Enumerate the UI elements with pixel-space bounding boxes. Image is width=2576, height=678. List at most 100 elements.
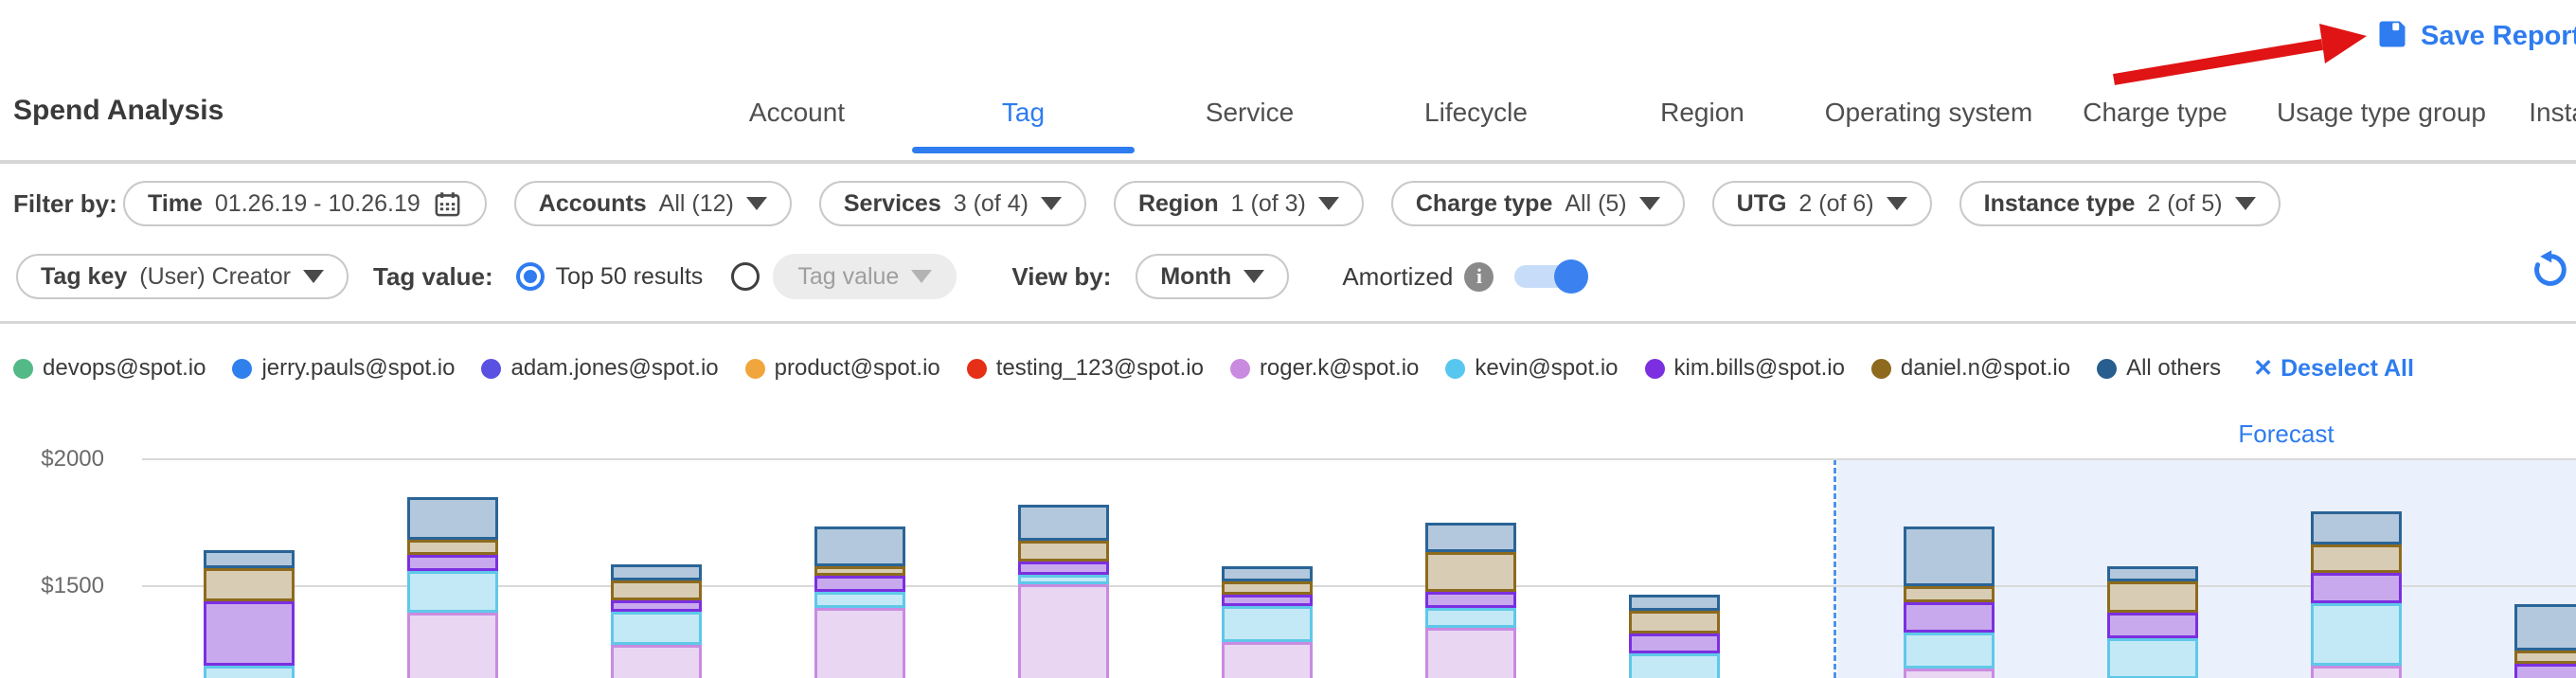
bar-segment-roger[interactable]: [407, 613, 498, 678]
stacked-bar-11-forecast[interactable]: [2311, 511, 2402, 678]
bar-segment-kim[interactable]: [1629, 633, 1720, 653]
bar-segment-daniel[interactable]: [814, 566, 905, 576]
bar-segment-roger[interactable]: [1904, 669, 1995, 678]
bar-segment-kevin[interactable]: [611, 612, 702, 645]
filter-pill-charge-type[interactable]: Charge typeAll (5): [1391, 181, 1685, 226]
bar-segment-roger[interactable]: [814, 608, 905, 678]
filter-pill-time[interactable]: Time01.26.19 - 10.26.19: [123, 181, 487, 226]
bar-segment-kim[interactable]: [1904, 602, 1995, 633]
caret-down-icon: [911, 270, 932, 283]
caret-down-icon: [1887, 197, 1907, 210]
bar-segment-roger[interactable]: [1018, 584, 1109, 678]
bar-segment-roger[interactable]: [2311, 666, 2402, 678]
stacked-bar-9-forecast[interactable]: [1904, 526, 1995, 678]
legend-item-product-spot-io[interactable]: product@spot.io: [745, 355, 940, 382]
pill-label: UTG: [1737, 190, 1787, 218]
stacked-bar-8[interactable]: [1629, 595, 1720, 678]
legend-item-daniel-n-spot-io[interactable]: daniel.n@spot.io: [1871, 355, 2070, 382]
legend-item-kim-bills-spot-io[interactable]: kim.bills@spot.io: [1645, 355, 1845, 382]
bar-segment-all_others[interactable]: [814, 526, 905, 566]
bar-segment-daniel[interactable]: [407, 540, 498, 555]
bar-segment-all_others[interactable]: [1425, 523, 1516, 552]
bar-segment-kim[interactable]: [611, 600, 702, 612]
gridline: [142, 458, 2576, 460]
bar-segment-all_others[interactable]: [1018, 505, 1109, 541]
bar-segment-roger[interactable]: [611, 645, 702, 678]
filter-pill-region[interactable]: Region1 (of 3): [1114, 181, 1364, 226]
stacked-bar-1[interactable]: [204, 550, 295, 678]
filter-pill-instance-type[interactable]: Instance type2 (of 5): [1959, 181, 2281, 226]
bar-segment-all_others[interactable]: [2107, 566, 2198, 582]
bar-segment-kevin[interactable]: [1904, 633, 1995, 669]
amortized-toggle[interactable]: [1514, 265, 1586, 288]
view-by-dropdown[interactable]: Month: [1136, 254, 1289, 299]
filter-pill-services[interactable]: Services3 (of 4): [819, 181, 1086, 226]
caret-down-icon: [1041, 197, 1062, 210]
stacked-bar-4[interactable]: [814, 526, 905, 678]
bar-segment-all_others[interactable]: [2514, 604, 2576, 651]
stacked-bar-12-forecast[interactable]: [2514, 604, 2576, 678]
bar-segment-daniel[interactable]: [1904, 586, 1995, 602]
bar-segment-kim[interactable]: [2107, 613, 2198, 638]
bar-segment-daniel[interactable]: [1018, 541, 1109, 562]
bar-segment-daniel[interactable]: [1222, 581, 1313, 595]
bar-segment-kevin[interactable]: [2107, 638, 2198, 678]
stacked-bar-10-forecast[interactable]: [2107, 566, 2198, 678]
tag-key-dropdown[interactable]: Tag key (User) Creator: [16, 254, 349, 299]
top-50-results-radio[interactable]: [516, 262, 545, 291]
stacked-bar-6[interactable]: [1222, 566, 1313, 678]
legend-item-adam-jones-spot-io[interactable]: adam.jones@spot.io: [481, 355, 718, 382]
filter-pill-accounts[interactable]: AccountsAll (12): [514, 181, 792, 226]
bar-segment-kevin[interactable]: [1222, 606, 1313, 642]
bar-segment-all_others[interactable]: [1222, 566, 1313, 582]
stacked-bar-3[interactable]: [611, 564, 702, 678]
legend-item-devops-spot-io[interactable]: devops@spot.io: [13, 355, 206, 382]
bar-segment-all_others[interactable]: [204, 550, 295, 568]
bar-segment-daniel[interactable]: [2311, 544, 2402, 573]
bar-segment-kevin[interactable]: [2311, 603, 2402, 666]
stacked-bar-5[interactable]: [1018, 505, 1109, 678]
bar-segment-daniel[interactable]: [1425, 552, 1516, 592]
bar-segment-kim[interactable]: [407, 555, 498, 571]
deselect-all-button[interactable]: ✕Deselect All: [2253, 354, 2414, 383]
bar-segment-roger[interactable]: [1425, 628, 1516, 678]
legend-item-all-others[interactable]: All others: [2097, 355, 2221, 382]
bar-segment-kim[interactable]: [2514, 664, 2576, 678]
bar-segment-kevin[interactable]: [1018, 575, 1109, 584]
bar-segment-kevin[interactable]: [407, 571, 498, 613]
stacked-bar-7[interactable]: [1425, 523, 1516, 678]
bar-segment-all_others[interactable]: [2311, 511, 2402, 544]
legend-item-roger-k-spot-io[interactable]: roger.k@spot.io: [1230, 355, 1419, 382]
bar-segment-all_others[interactable]: [1629, 595, 1720, 611]
bar-segment-all_others[interactable]: [407, 497, 498, 540]
info-icon[interactable]: i: [1464, 262, 1494, 292]
bar-segment-kim[interactable]: [204, 601, 295, 666]
filter-pill-utg[interactable]: UTG2 (of 6): [1712, 181, 1932, 226]
bar-segment-daniel[interactable]: [611, 580, 702, 600]
custom-tag-value-radio[interactable]: [731, 262, 760, 291]
bar-segment-daniel[interactable]: [2107, 581, 2198, 613]
bar-segment-all_others[interactable]: [611, 564, 702, 580]
bar-segment-all_others[interactable]: [1904, 526, 1995, 586]
bar-segment-daniel[interactable]: [204, 568, 295, 600]
forecast-label: Forecast: [2191, 419, 2381, 449]
bar-segment-kim[interactable]: [1018, 562, 1109, 575]
reset-filters-icon[interactable]: [2529, 248, 2572, 296]
legend-item-testing-123-spot-io[interactable]: testing_123@spot.io: [967, 355, 1204, 382]
bar-segment-kim[interactable]: [1425, 592, 1516, 608]
bar-segment-kevin[interactable]: [814, 592, 905, 608]
legend-item-kevin-spot-io[interactable]: kevin@spot.io: [1445, 355, 1618, 382]
bar-segment-kevin[interactable]: [1425, 608, 1516, 628]
tag-key-label: Tag key: [41, 263, 127, 291]
bar-segment-kim[interactable]: [2311, 573, 2402, 603]
bar-segment-roger[interactable]: [1222, 642, 1313, 678]
stacked-bar-2[interactable]: [407, 497, 498, 678]
bar-segment-daniel[interactable]: [1629, 611, 1720, 633]
bar-segment-daniel[interactable]: [2514, 651, 2576, 664]
bar-segment-kevin[interactable]: [1629, 653, 1720, 678]
bar-segment-kim[interactable]: [814, 576, 905, 592]
bar-segment-kevin[interactable]: [204, 666, 295, 678]
pill-label: Services: [844, 190, 941, 218]
bar-segment-kim[interactable]: [1222, 595, 1313, 606]
legend-item-jerry-pauls-spot-io[interactable]: jerry.pauls@spot.io: [232, 355, 455, 382]
